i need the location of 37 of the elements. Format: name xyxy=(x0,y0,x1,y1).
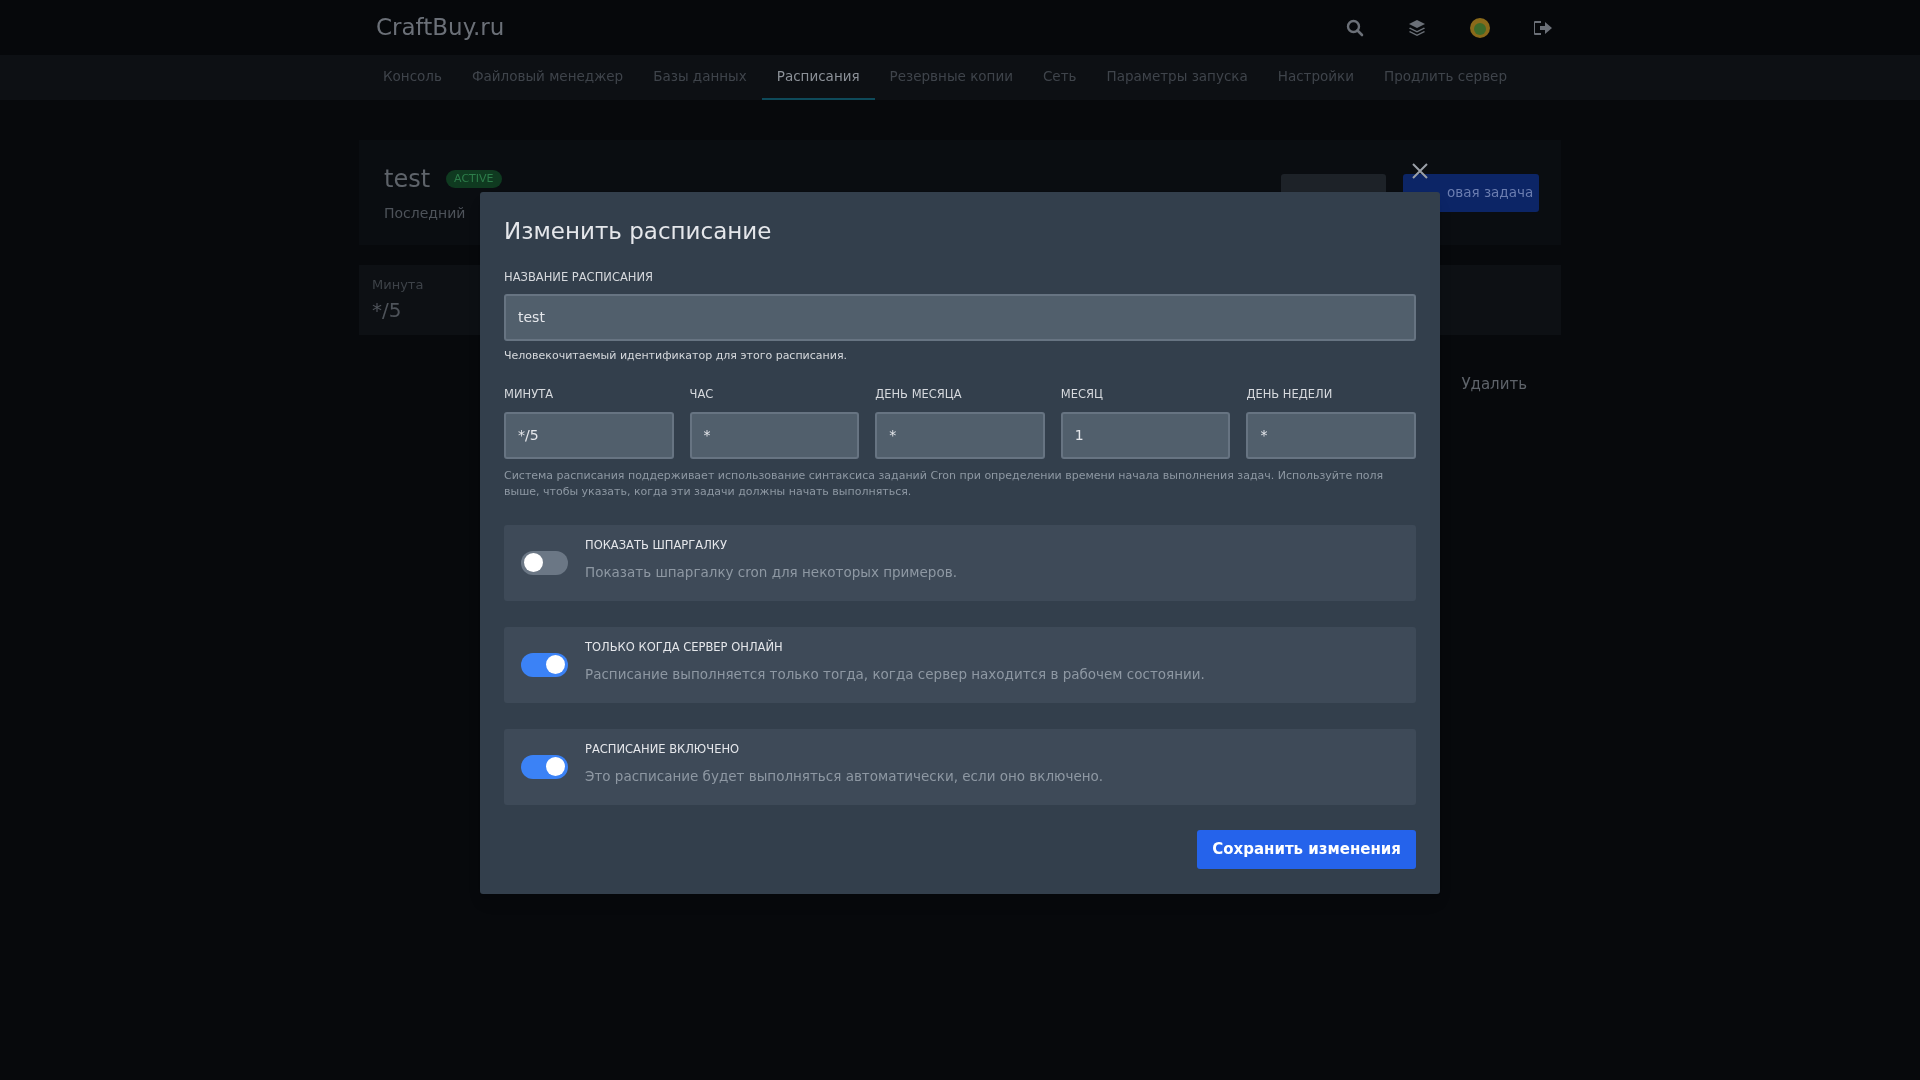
field-label: МЕСЯЦ xyxy=(1060,386,1104,404)
save-button[interactable]: Сохранить изменения xyxy=(1197,829,1416,869)
last-run-text: Последний xyxy=(384,204,467,223)
cron-help-text: Система расписания поддерживает использование синтаксиса заданий Cron при определении времени начала выполнения задач. Используйте поля выше, чтобы указать, когда эти задачи должны начать выполняться. xyxy=(504,467,1385,500)
avatar-icon[interactable] xyxy=(1470,17,1490,38)
cron-field[interactable]: 1 xyxy=(1060,411,1231,459)
cron-field[interactable]: * xyxy=(1246,411,1416,459)
cron-field[interactable]: * xyxy=(689,411,860,459)
toggle-switch[interactable] xyxy=(521,754,568,779)
modal-title: Изменить расписание xyxy=(504,217,773,246)
logo[interactable]: CraftBuy.ru xyxy=(376,10,505,45)
toggle-description: Это расписание будет выполняться автоматически, если оно включено. xyxy=(585,767,1104,786)
field-label: ЧАС xyxy=(689,386,715,404)
toggle-description: Показать шпаргалку cron для некоторых примеров. xyxy=(585,563,957,582)
toggle-title: ПОКАЗАТЬ ШПАРГАЛКУ xyxy=(585,536,728,554)
layers-icon[interactable] xyxy=(1408,18,1426,37)
status-badge: ACTIVE xyxy=(446,169,502,189)
cron-field[interactable]: * xyxy=(875,411,1045,459)
toggle-switch[interactable] xyxy=(521,550,568,575)
close-icon[interactable] xyxy=(1412,163,1428,179)
field-hint: Человекочитаемый идентификатор для этого расписания. xyxy=(504,347,848,364)
field-label: ДЕНЬ МЕСЯЦА xyxy=(875,386,963,404)
toggle-title: ТОЛЬКО КОГДА СЕРВЕР ОНЛАЙН xyxy=(585,638,784,656)
cron-value: */5 xyxy=(372,296,402,324)
schedule-title: test xyxy=(384,164,431,195)
delete-link[interactable]: Удалить xyxy=(1461,373,1527,396)
search-icon[interactable] xyxy=(1346,18,1364,37)
field-label: МИНУТА xyxy=(504,386,555,404)
nav-tab[interactable]: Расписания xyxy=(761,55,875,100)
field-label: ДЕНЬ НЕДЕЛИ xyxy=(1246,386,1334,404)
toggle-title: РАСПИСАНИЕ ВКЛЮЧЕНО xyxy=(585,740,741,758)
field-label: НАЗВАНИЕ РАСПИСАНИЯ xyxy=(504,268,655,286)
cron-field[interactable]: */5 xyxy=(504,411,674,459)
logout-icon[interactable] xyxy=(1534,19,1552,36)
name-field[interactable]: test xyxy=(504,293,1416,341)
toggle-description: Расписание выполняется только тогда, когда сервер находится в рабочем состоянии. xyxy=(585,665,1205,684)
toggle-switch[interactable] xyxy=(521,652,568,677)
